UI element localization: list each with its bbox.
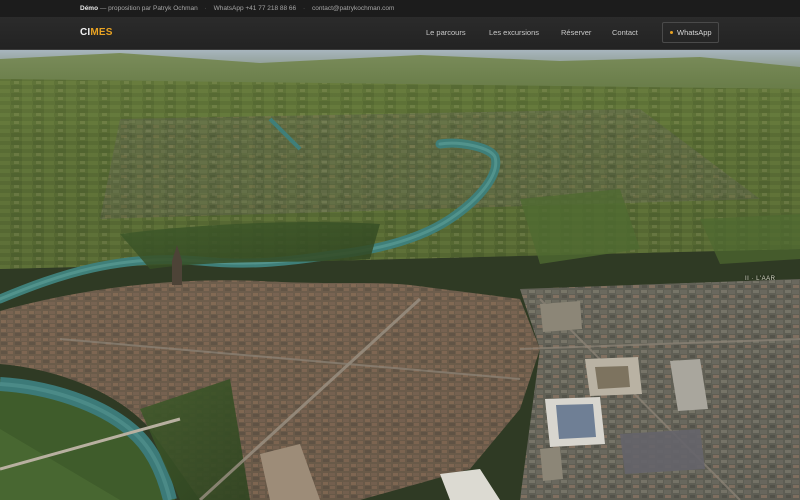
whatsapp-phone-link[interactable]: WhatsApp +41 77 218 88 66 <box>214 5 297 12</box>
main-navbar: CIMES Le parcours Les excursions Réserve… <box>0 17 800 50</box>
whatsapp-button[interactable]: WhatsApp <box>662 22 719 43</box>
nav-reserver[interactable]: Réserver <box>561 17 591 49</box>
aerial-city-map[interactable]: II · L'AAR <box>0 49 800 500</box>
status-dot-icon <box>670 31 673 34</box>
logo-part-2: MES <box>90 27 113 38</box>
credit-text: — proposition par Patryk Ochman <box>99 5 198 12</box>
nav-le-parcours[interactable]: Le parcours <box>426 17 466 49</box>
email-link[interactable]: contact@patrykochman.com <box>312 5 394 12</box>
aerial-map-graphic <box>0 49 800 500</box>
nav-contact[interactable]: Contact <box>612 17 638 49</box>
page: Démo — proposition par Patryk Ochman · W… <box>0 0 800 500</box>
logo[interactable]: CIMES <box>80 27 113 38</box>
separator-2: · <box>302 5 306 12</box>
map-marker-label[interactable]: II · L'AAR <box>745 276 776 282</box>
top-info-bar: Démo — proposition par Patryk Ochman · W… <box>0 0 800 17</box>
separator-1: · <box>204 5 207 12</box>
top-info-content: Démo — proposition par Patryk Ochman · W… <box>80 0 394 17</box>
whatsapp-button-label: WhatsApp <box>677 28 712 37</box>
nav-les-excursions[interactable]: Les excursions <box>489 17 539 49</box>
demo-label: Démo <box>80 5 99 12</box>
logo-part-1: CI <box>80 27 91 38</box>
